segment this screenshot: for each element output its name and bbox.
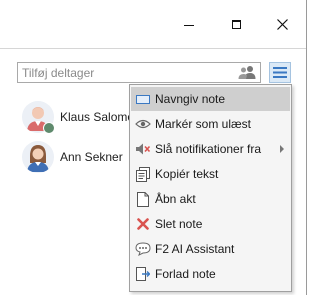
menu-item-label: Kopiér tekst	[155, 167, 219, 181]
menu-item-mark-unread[interactable]: Markér som ulæst	[131, 112, 290, 136]
menu-item-delete-note[interactable]: Slet note	[131, 212, 290, 236]
menu-item-label: Forlad note	[155, 267, 216, 281]
add-people-icon[interactable]	[238, 65, 256, 80]
menu-item-rename-note[interactable]: Navngiv note	[131, 87, 290, 111]
copy-icon	[135, 166, 151, 182]
avatar	[22, 141, 54, 173]
online-status-indicator	[43, 122, 55, 134]
eye-icon	[135, 116, 151, 132]
participant-name: Klaus Salomo	[60, 110, 135, 124]
menu-item-label: Navngiv note	[155, 92, 226, 106]
menu-item-label: Åbn akt	[155, 192, 196, 206]
title-bar	[0, 0, 306, 49]
context-menu: Navngiv note Markér som ulæst Slå notifi…	[129, 84, 292, 292]
app-window: Klaus Salomo Ann Sekner Navngiv note Mar	[0, 0, 307, 295]
minimize-button[interactable]	[175, 12, 203, 36]
participant-item[interactable]: Ann Sekner	[22, 141, 142, 173]
close-button[interactable]	[268, 12, 296, 36]
menu-item-label: Slå notifikationer fra	[155, 142, 262, 156]
mute-icon	[135, 141, 151, 157]
menu-item-label: Markér som ulæst	[155, 117, 252, 131]
menu-item-copy-text[interactable]: Kopiér tekst	[131, 162, 290, 186]
menu-item-leave-note[interactable]: Forlad note	[131, 262, 290, 286]
submenu-arrow-icon	[280, 145, 284, 153]
menu-button[interactable]	[269, 62, 291, 83]
menu-item-label: F2 AI Assistant	[155, 242, 235, 256]
maximize-icon	[231, 19, 241, 29]
minimize-icon	[184, 24, 194, 26]
menu-item-mute-notifications[interactable]: Slå notifikationer fra	[131, 137, 290, 161]
menu-item-label: Slet note	[155, 217, 203, 231]
participant-name: Ann Sekner	[60, 150, 123, 164]
ai-assistant-icon	[135, 241, 151, 257]
participant-item[interactable]: Klaus Salomo	[22, 101, 142, 134]
menu-item-ai-assistant[interactable]: F2 AI Assistant	[131, 237, 290, 261]
add-participant-input[interactable]	[18, 63, 236, 82]
delete-icon	[135, 216, 151, 232]
hamburger-menu-icon	[273, 67, 287, 78]
add-participant-field	[17, 62, 261, 83]
leave-icon	[135, 266, 151, 282]
maximize-button[interactable]	[222, 12, 250, 36]
menu-item-open-case[interactable]: Åbn akt	[131, 187, 290, 211]
document-icon	[135, 191, 151, 207]
close-icon	[276, 18, 288, 30]
rename-icon	[135, 91, 151, 107]
